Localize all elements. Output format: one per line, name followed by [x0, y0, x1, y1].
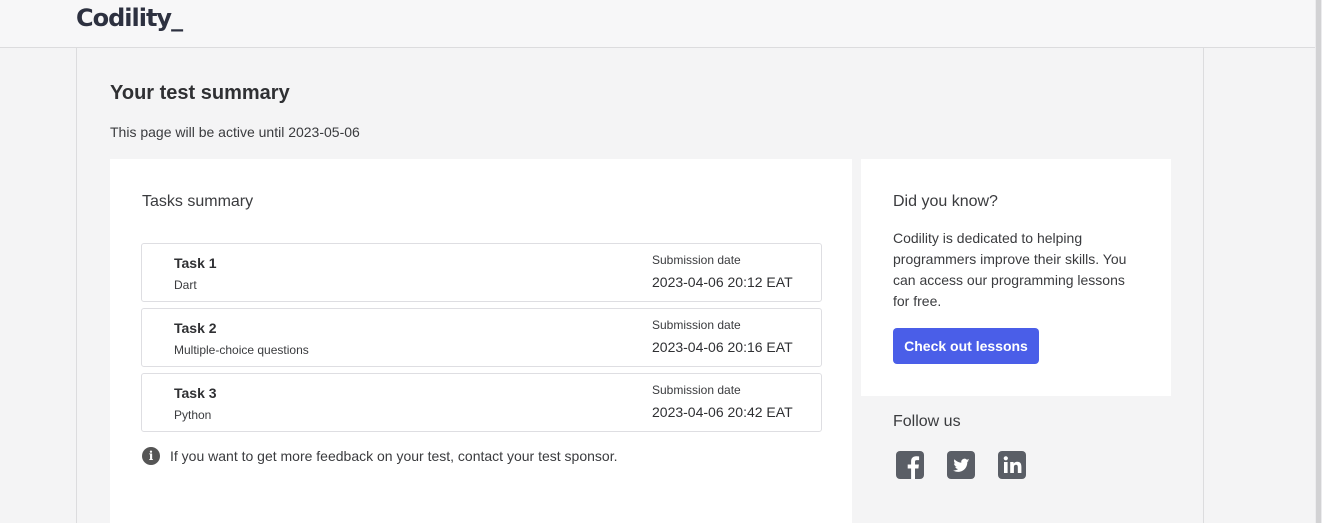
follow-us-title: Follow us: [893, 413, 961, 430]
task-name: Task 3: [174, 385, 217, 401]
did-you-know-card: Did you know? Codility is dedicated to h…: [861, 159, 1171, 396]
main-content: Your test summary This page will be acti…: [76, 48, 1204, 523]
task-name: Task 2: [174, 320, 217, 336]
task-row: Task 3 Python Submission date 2023-04-06…: [141, 373, 822, 432]
info-icon: i: [142, 447, 160, 465]
tasks-summary-card: Tasks summary Task 1 Dart Submission dat…: [110, 159, 852, 523]
task-language: Multiple-choice questions: [174, 343, 309, 357]
submission-label: Submission date: [652, 253, 741, 267]
page-title: Your test summary: [110, 82, 290, 104]
task-row: Task 1 Dart Submission date 2023-04-06 2…: [141, 243, 822, 302]
page-scrollbar[interactable]: [1315, 0, 1322, 523]
active-until-text: This page will be active until 2023-05-0…: [110, 124, 360, 140]
submission-label: Submission date: [652, 383, 741, 397]
scrollbar-thumb[interactable]: [1316, 0, 1321, 523]
check-out-lessons-button[interactable]: Check out lessons: [893, 328, 1039, 364]
did-you-know-text: Codility is dedicated to helping program…: [893, 230, 1127, 309]
codility-logo[interactable]: Codility_: [76, 4, 183, 32]
task-language: Dart: [174, 278, 197, 292]
feedback-note: i If you want to get more feedback on yo…: [142, 447, 617, 465]
task-language: Python: [174, 408, 212, 422]
twitter-icon[interactable]: [947, 451, 975, 479]
task-name: Task 1: [174, 255, 217, 271]
submission-date: 2023-04-06 20:12 EAT: [652, 274, 793, 290]
linkedin-icon[interactable]: [998, 451, 1026, 479]
feedback-text: If you want to get more feedback on your…: [170, 448, 618, 464]
task-row: Task 2 Multiple-choice questions Submiss…: [141, 308, 822, 367]
submission-date: 2023-04-06 20:42 EAT: [652, 404, 793, 420]
facebook-icon[interactable]: [896, 451, 924, 479]
tasks-summary-title: Tasks summary: [142, 193, 254, 210]
did-you-know-title: Did you know?: [893, 193, 998, 210]
top-bar: Codility_: [0, 0, 1315, 48]
submission-label: Submission date: [652, 318, 741, 332]
submission-date: 2023-04-06 20:16 EAT: [652, 339, 793, 355]
